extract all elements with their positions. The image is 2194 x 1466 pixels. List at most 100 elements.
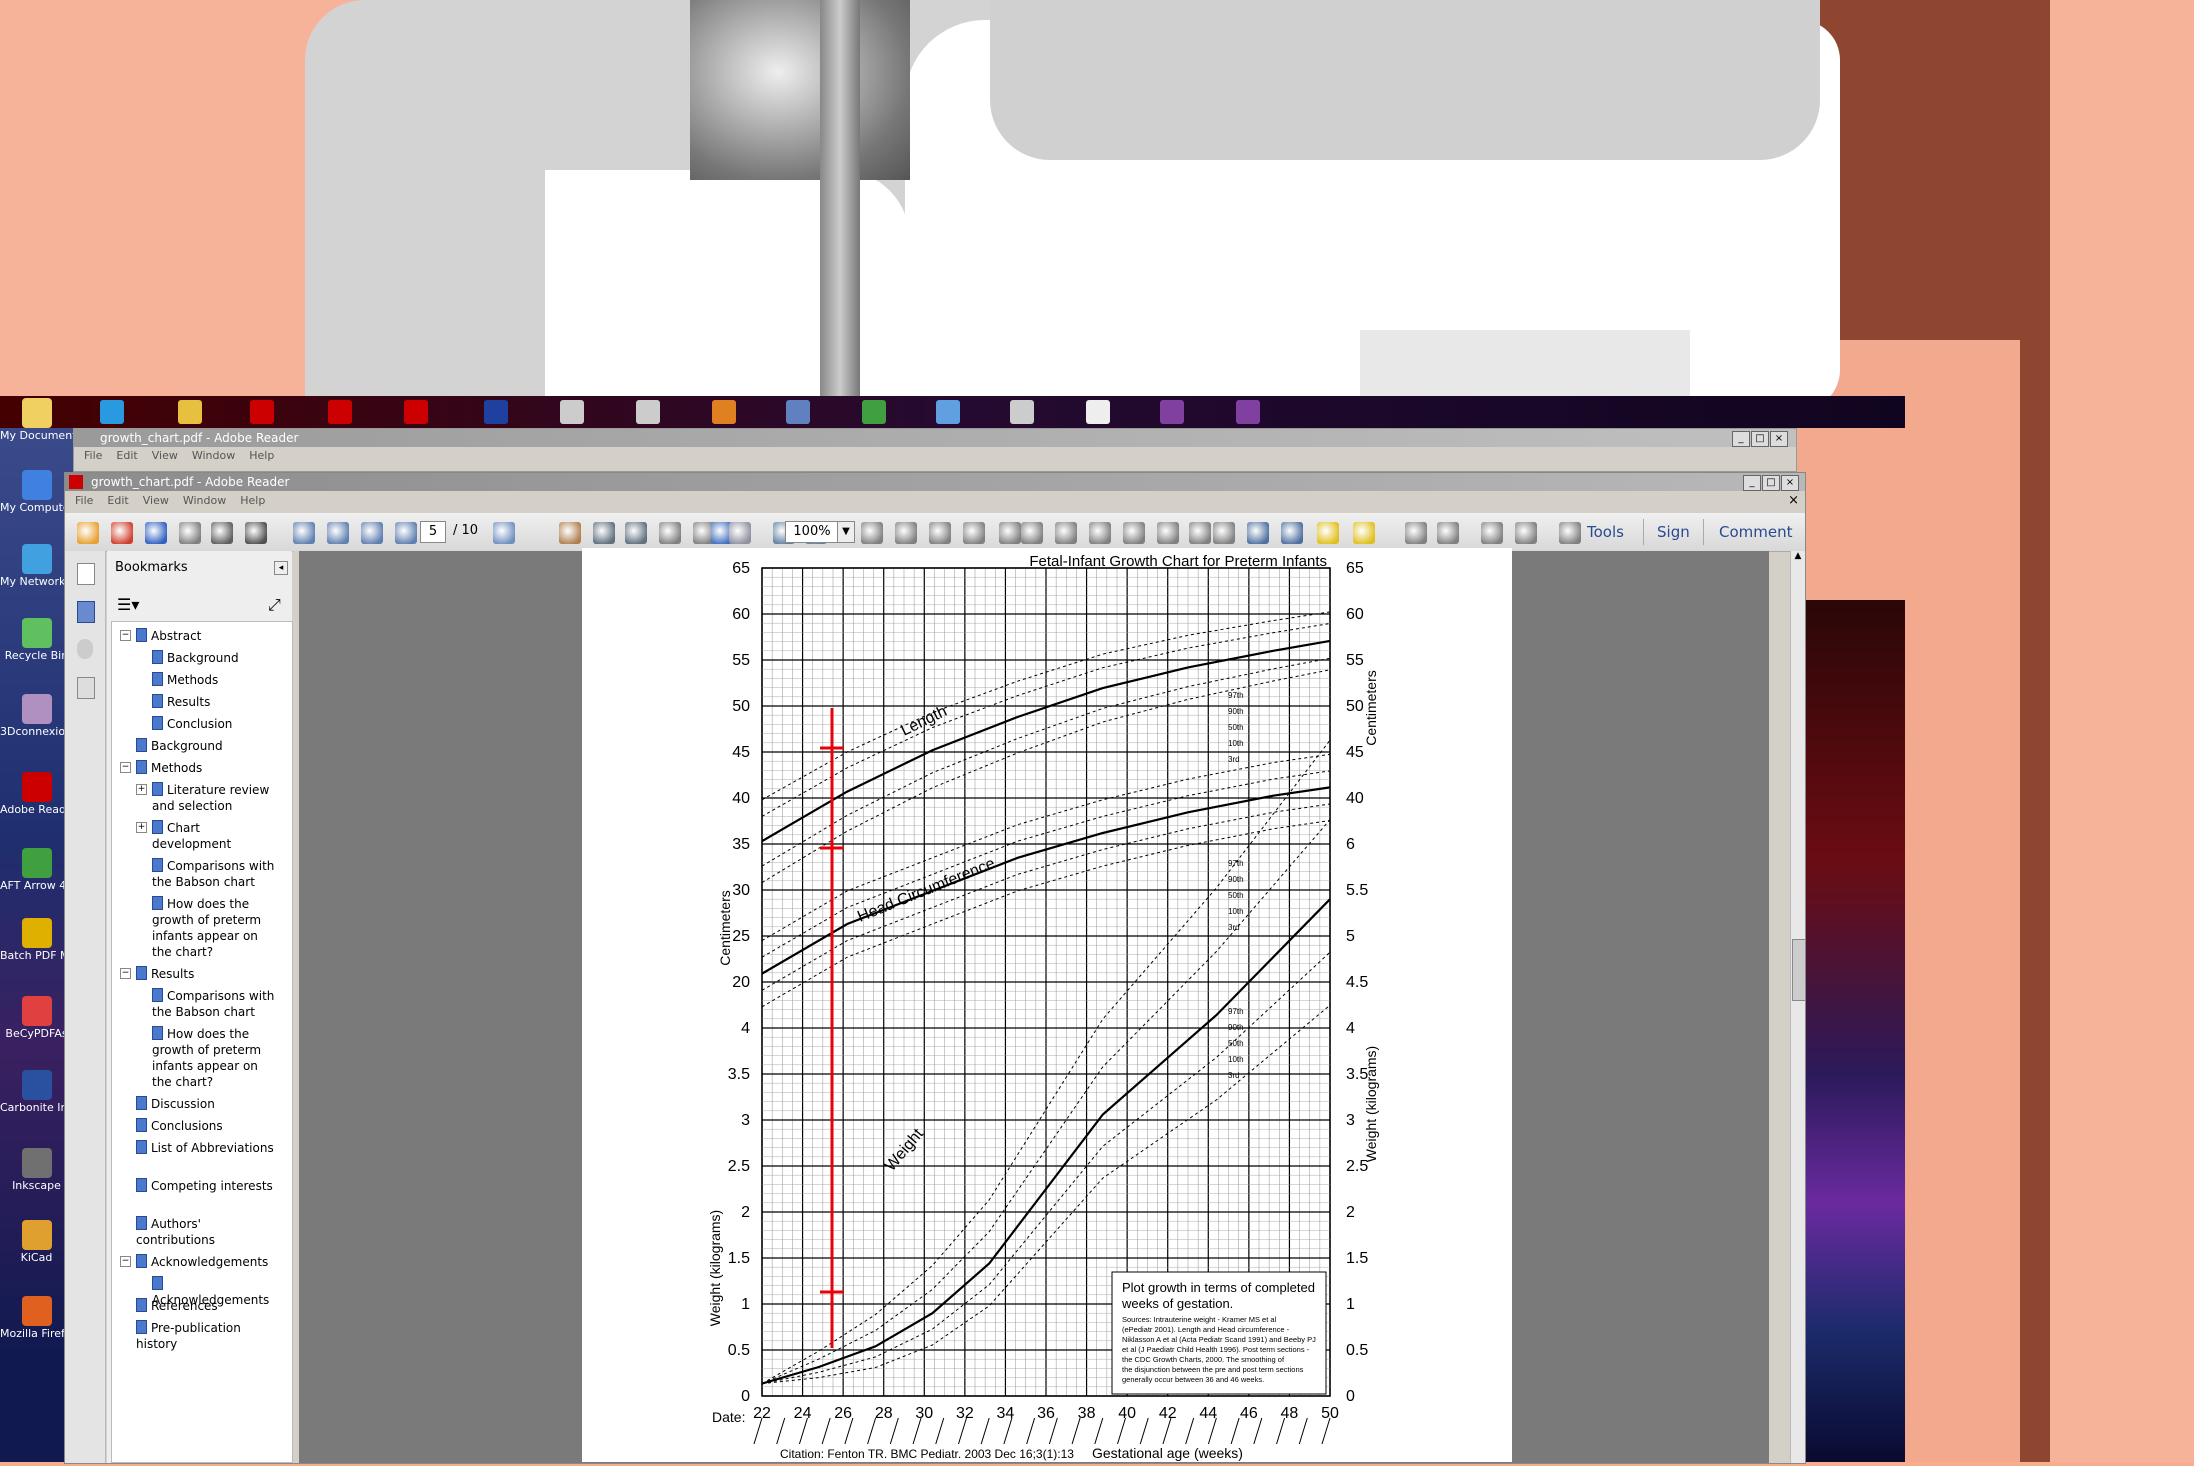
save-icon[interactable] — [179, 522, 201, 544]
split-icon[interactable] — [1089, 522, 1111, 544]
desktop-icon[interactable]: My Documents — [0, 398, 73, 442]
close-icon[interactable]: × — [1770, 431, 1788, 447]
menu-item-file[interactable]: File — [84, 449, 102, 462]
bookmark-item[interactable]: Conclusion — [152, 716, 277, 732]
minus-icon[interactable] — [659, 522, 681, 544]
rar-icon[interactable] — [1160, 400, 1184, 424]
email-icon[interactable] — [245, 522, 267, 544]
sign-button[interactable]: Sign — [1657, 523, 1690, 541]
zoom-in-icon[interactable] — [625, 522, 647, 544]
options-menu-icon[interactable]: ☰▾ — [117, 595, 143, 614]
desktop-icon[interactable]: Adobe Reader X — [0, 772, 73, 816]
comment-button[interactable]: Comment — [1719, 523, 1793, 541]
bookmark-item[interactable]: − Abstract — [120, 628, 277, 644]
bookmark-item[interactable]: References — [136, 1298, 277, 1314]
window-controls[interactable]: _ □ × — [1743, 475, 1799, 491]
desktop-icon[interactable]: BeCyPDFAs — [0, 996, 73, 1040]
bookmark-item[interactable]: Background — [136, 738, 277, 754]
chrome-icon[interactable] — [862, 400, 886, 424]
desktop-icon[interactable]: AFT Arrow 4 Demo — [0, 848, 73, 892]
menu-item-edit[interactable]: Edit — [116, 449, 137, 462]
expand-toggle-icon[interactable]: + — [136, 784, 147, 795]
two-page-icon[interactable] — [963, 522, 985, 544]
bookmark-item[interactable]: List of Abbreviations — [136, 1140, 277, 1156]
desktop-icon[interactable]: My Computer — [0, 470, 73, 514]
bookmark-item[interactable]: Comparisons with the Babson chart — [152, 988, 277, 1020]
bookmark-item[interactable]: Background — [152, 650, 277, 666]
menu-item-file[interactable]: File — [75, 494, 93, 507]
last-page-icon[interactable] — [395, 522, 417, 544]
rotate-cw-icon[interactable] — [1281, 522, 1303, 544]
convert-icon[interactable] — [111, 522, 133, 544]
window-icon[interactable] — [1010, 400, 1034, 424]
sign-icon[interactable] — [1481, 522, 1503, 544]
box-icon[interactable] — [712, 400, 736, 424]
bookmark-item[interactable]: Competing interests — [136, 1178, 277, 1194]
bookmark-item[interactable]: − Methods — [120, 760, 277, 776]
skype-icon[interactable] — [100, 400, 124, 424]
stamp-icon[interactable] — [1515, 522, 1537, 544]
rar-icon[interactable] — [1236, 400, 1260, 424]
rotate-ccw-icon[interactable] — [1247, 522, 1269, 544]
menu-item-window[interactable]: Window — [183, 494, 226, 507]
vertical-scrollbar[interactable]: ▲ — [1790, 551, 1806, 1463]
column-icon[interactable] — [1157, 522, 1179, 544]
maximize-icon[interactable]: □ — [1762, 475, 1780, 491]
expand-toggle-icon[interactable]: − — [120, 762, 131, 773]
tools-button[interactable]: Tools — [1587, 523, 1624, 541]
desktop-icon[interactable]: My Network Places — [0, 544, 73, 588]
comment-icon[interactable] — [1317, 522, 1339, 544]
pdf-icon[interactable] — [250, 400, 274, 424]
expand-toggle-icon[interactable]: + — [136, 822, 147, 833]
read-icon[interactable] — [1123, 522, 1145, 544]
tools-icon[interactable] — [786, 400, 810, 424]
zoom-input[interactable]: 100% — [785, 521, 839, 543]
desktop-icon[interactable]: KiCad — [0, 1220, 73, 1264]
zoom-out-icon[interactable] — [593, 522, 615, 544]
pdf-icon[interactable] — [404, 400, 428, 424]
close-icon[interactable]: × — [1781, 475, 1799, 491]
doc-icon[interactable] — [1086, 400, 1110, 424]
highlight-icon[interactable] — [1353, 522, 1375, 544]
bookmark-item[interactable]: Discussion — [136, 1096, 277, 1112]
bookmark-item[interactable]: Results — [152, 694, 277, 710]
folder-icon[interactable] — [178, 400, 202, 424]
menu-item-help[interactable]: Help — [240, 494, 265, 507]
bookmark-item[interactable]: Conclusions — [136, 1118, 277, 1134]
window-icon[interactable] — [636, 400, 660, 424]
bookmark-item[interactable]: How does the growth of preterm infants a… — [152, 896, 277, 960]
pdf-icon[interactable] — [328, 400, 352, 424]
window-icon[interactable] — [560, 400, 584, 424]
expand-toggle-icon[interactable]: − — [120, 630, 131, 641]
bookmark-item[interactable]: − Acknowledgements — [120, 1254, 277, 1270]
print-icon[interactable] — [211, 522, 233, 544]
minimize-icon[interactable]: _ — [1743, 475, 1761, 491]
crop-icon[interactable] — [1055, 522, 1077, 544]
back-window-controls[interactable]: _ □ × — [1732, 431, 1788, 447]
layers-icon[interactable] — [77, 677, 95, 699]
attachments-icon[interactable] — [77, 639, 93, 659]
scroll-thumb[interactable] — [1792, 939, 1806, 1001]
desktop-icon[interactable]: Recycle Bin — [0, 618, 73, 662]
expand-bookmark-icon[interactable]: ⤢ — [268, 595, 284, 614]
scroll-icon[interactable] — [999, 522, 1021, 544]
desktop-icon[interactable]: Inkscape — [0, 1148, 73, 1192]
desktop-icon[interactable]: Batch PDF Merger — [0, 918, 73, 962]
sticky-icon[interactable] — [1437, 522, 1459, 544]
edit-icon[interactable] — [145, 522, 167, 544]
expand-toggle-icon[interactable]: − — [120, 968, 131, 979]
chevron-down-icon[interactable]: ▼ — [837, 521, 855, 543]
pages-icon[interactable] — [77, 563, 95, 585]
grid-icon[interactable] — [1213, 522, 1235, 544]
spread-icon[interactable] — [1189, 522, 1211, 544]
next-view-icon[interactable] — [729, 522, 751, 544]
expand-icon[interactable] — [1405, 522, 1427, 544]
photo-icon[interactable] — [936, 400, 960, 424]
bookmark-item[interactable]: − Results — [120, 966, 277, 982]
menu-item-view[interactable]: View — [143, 494, 169, 507]
select-icon[interactable] — [493, 522, 515, 544]
bookmark-item[interactable]: + Literature review and selection — [136, 782, 277, 814]
next-page-icon[interactable] — [361, 522, 383, 544]
bookmark-item[interactable]: Comparisons with the Babson chart — [152, 858, 277, 890]
menu-item-window[interactable]: Window — [192, 449, 235, 462]
